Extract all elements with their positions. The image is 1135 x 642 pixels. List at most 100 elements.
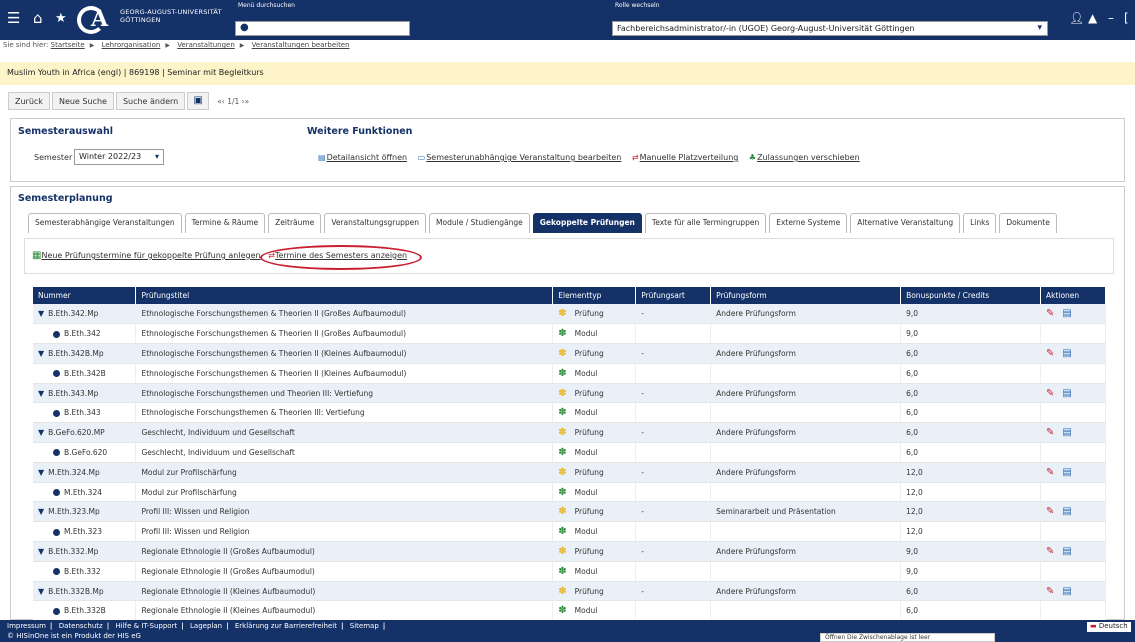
footer-link[interactable]: Impressum: [7, 622, 46, 630]
table-row[interactable]: ▼ B.Eth.342.Mp Ethnologische Forschungsthe…: [33, 304, 1107, 325]
edit-icon[interactable]: ✎: [1046, 586, 1054, 597]
move-admissions-link[interactable]: Zulassungen verschieben: [757, 153, 860, 162]
table-row[interactable]: ▼ B.GeFo.620.MP Geschlecht, Individuum und…: [33, 422, 1107, 444]
footer-link[interactable]: Lageplan: [190, 622, 222, 630]
tab-documents[interactable]: Dokumente: [999, 213, 1057, 233]
cell-exam-kind: [635, 323, 712, 345]
edit-icon[interactable]: ✎: [1046, 506, 1054, 517]
col-exam-form[interactable]: Prüfungsform: [710, 287, 902, 304]
table-row[interactable]: ▼ M.Eth.324.Mp Modul zur Profilschärfung ✽ P…: [33, 462, 1107, 483]
table-row[interactable]: B.Eth.332 Regionale Ethnologie II (Großes…: [33, 561, 1107, 582]
document-search-icon[interactable]: ▤: [1062, 388, 1071, 399]
collapse-icon[interactable]: ▼: [38, 547, 44, 556]
coupled-exams-table: Nummer Prüfungstitel Elementtyp Prüfungs…: [33, 287, 1107, 622]
document-search-icon[interactable]: ▤: [1062, 427, 1071, 438]
document-search-icon[interactable]: ▤: [1062, 467, 1071, 478]
cell-actions: ✎ ▤: [1040, 581, 1107, 602]
tab-groups[interactable]: Veranstaltungsgruppen: [324, 213, 427, 233]
logout-icon[interactable]: [: [1124, 11, 1129, 26]
edit-icon[interactable]: ✎: [1046, 308, 1054, 319]
document-search-icon[interactable]: ▤: [1062, 546, 1071, 557]
language-button[interactable]: ▬ Deutsch: [1087, 622, 1131, 632]
table-row[interactable]: B.GeFo.620 Geschlecht, Individuum und Ges…: [33, 442, 1107, 463]
document-search-icon[interactable]: ▤: [1062, 348, 1071, 359]
collapse-icon[interactable]: ▼: [38, 468, 44, 477]
menu-icon[interactable]: ☰: [7, 11, 20, 26]
tab-dates-rooms[interactable]: Termine & Räume: [184, 213, 266, 233]
tab-texts[interactable]: Texte für alle Termingruppen: [644, 213, 767, 233]
new-search-button[interactable]: Neue Suche: [51, 92, 114, 110]
tab-links[interactable]: Links: [963, 213, 997, 233]
new-exam-dates-link[interactable]: Neue Prüfungstermine für gekoppelte Prüf…: [41, 251, 260, 260]
table-row[interactable]: B.Eth.342B Ethnologische Forschungsthemen…: [33, 363, 1107, 384]
breadcrumb-item[interactable]: Lehrorganisation: [102, 41, 161, 49]
manual-distribution-link[interactable]: Manuelle Platzverteilung: [640, 153, 739, 162]
table-row[interactable]: M.Eth.324 Modul zur Profilschärfung ✽ Modul…: [33, 482, 1107, 503]
calendar-icon[interactable]: ▣: [187, 92, 210, 110]
semester-label: Semester: [34, 153, 73, 162]
edit-icon[interactable]: ✎: [1046, 388, 1054, 399]
collapse-icon[interactable]: ▼: [38, 507, 44, 516]
edit-icon[interactable]: ✎: [1046, 467, 1054, 478]
tab-coupled-exams[interactable]: Gekoppelte Prüfungen: [532, 213, 642, 233]
detail-link[interactable]: Detailansicht öffnen: [327, 153, 408, 162]
menu-search-input[interactable]: ●: [235, 21, 410, 36]
footer-link[interactable]: Hilfe & IT-Support: [115, 622, 177, 630]
cell-title: Modul zur Profilschärfung: [135, 482, 554, 503]
star-icon[interactable]: ★: [55, 11, 67, 26]
table-row[interactable]: B.Eth.342 Ethnologische Forschungsthemen …: [33, 323, 1107, 345]
tab-semester-dependent[interactable]: Semesterabhängige Veranstaltungen: [28, 213, 182, 233]
document-search-icon[interactable]: ▤: [1062, 308, 1071, 319]
collapse-icon[interactable]: ▼: [38, 389, 44, 398]
cell-number: B.Eth.332B: [33, 600, 137, 622]
breadcrumb-item[interactable]: Startseite: [51, 41, 85, 49]
change-search-button[interactable]: Suche ändern: [115, 92, 186, 110]
edit-icon[interactable]: ✎: [1046, 348, 1054, 359]
collapse-icon[interactable]: ▼: [38, 587, 44, 596]
footer-link[interactable]: Datenschutz: [59, 622, 103, 630]
table-row[interactable]: B.Eth.332B Regionale Ethnologie II (Klein…: [33, 600, 1107, 622]
collapse-icon[interactable]: ▼: [38, 428, 44, 437]
document-search-icon[interactable]: ▤: [1062, 506, 1071, 517]
back-button[interactable]: Zurück: [8, 92, 50, 110]
menu-search-label: Menü durchsuchen: [238, 2, 295, 9]
breadcrumb-item[interactable]: Veranstaltungen bearbeiten: [252, 41, 350, 49]
footer-link[interactable]: Sitemap: [350, 622, 379, 630]
col-exam-kind[interactable]: Prüfungsart: [635, 287, 712, 304]
pager[interactable]: «‹ 1/1 ›»: [217, 97, 249, 106]
breadcrumb-item[interactable]: Veranstaltungen: [177, 41, 235, 49]
footer-link[interactable]: Erklärung zur Barrierefreiheit: [235, 622, 337, 630]
table-row[interactable]: ▼ B.Eth.342B.Mp Ethnologische Forschungsth…: [33, 343, 1107, 364]
col-title[interactable]: Prüfungstitel: [135, 287, 554, 304]
col-element-type[interactable]: Elementtyp: [552, 287, 637, 304]
semester-select[interactable]: Winter 2022/23 ▾: [74, 149, 164, 165]
highlight-circle: [260, 245, 422, 270]
edit-icon[interactable]: ✎: [1046, 546, 1054, 557]
role-select[interactable]: Fachbereichsadministrator/-in (UGOE) Geo…: [612, 21, 1048, 36]
table-row[interactable]: ▼ M.Eth.323.Mp Profil III: Wissen und Reli…: [33, 501, 1107, 523]
user-icon[interactable]: 👤︎: [1069, 11, 1084, 26]
table-row[interactable]: M.Eth.323 Profil III: Wissen und Religion…: [33, 521, 1107, 543]
tab-periods[interactable]: Zeiträume: [268, 213, 322, 233]
top-bar: ☰ ⌂ ★ A GEORG-AUGUST-UNIVERSITÄT GÖTTING…: [0, 0, 1135, 40]
home-icon[interactable]: ⌂: [33, 11, 43, 26]
table-row[interactable]: ▼ B.Eth.332B.Mp Regionale Ethnologie II (K…: [33, 581, 1107, 602]
tab-modules[interactable]: Module / Studiengänge: [429, 213, 530, 233]
tab-alternative[interactable]: Alternative Veranstaltung: [850, 213, 961, 233]
minimize-icon[interactable]: –: [1108, 11, 1114, 26]
col-credits[interactable]: Bonuspunkte / Credits: [900, 287, 1041, 304]
table-row[interactable]: B.Eth.343 Ethnologische Forschungsthemen …: [33, 402, 1107, 424]
cell-exam-form: Seminararbeit und Präsentation: [710, 501, 902, 523]
clipboard-notice[interactable]: Öffnen Die Zwischenablage ist leer: [820, 633, 995, 642]
edit-icon[interactable]: ✎: [1046, 427, 1054, 438]
bell-icon[interactable]: ▲: [1088, 11, 1097, 26]
role-label: Rolle wechseln: [615, 2, 660, 9]
table-row[interactable]: ▼ B.Eth.343.Mp Ethnologische Forschungsthe…: [33, 383, 1107, 404]
document-search-icon[interactable]: ▤: [1062, 586, 1071, 597]
collapse-icon[interactable]: ▼: [38, 349, 44, 358]
tab-external-systems[interactable]: Externe Systeme: [769, 213, 848, 233]
table-row[interactable]: ▼ B.Eth.332.Mp Regionale Ethnologie II (Gr…: [33, 541, 1107, 562]
edit-course-link[interactable]: Semesterunabhängige Veranstaltung bearbe…: [426, 153, 621, 162]
collapse-icon[interactable]: ▼: [38, 309, 44, 318]
col-number[interactable]: Nummer: [33, 287, 137, 304]
